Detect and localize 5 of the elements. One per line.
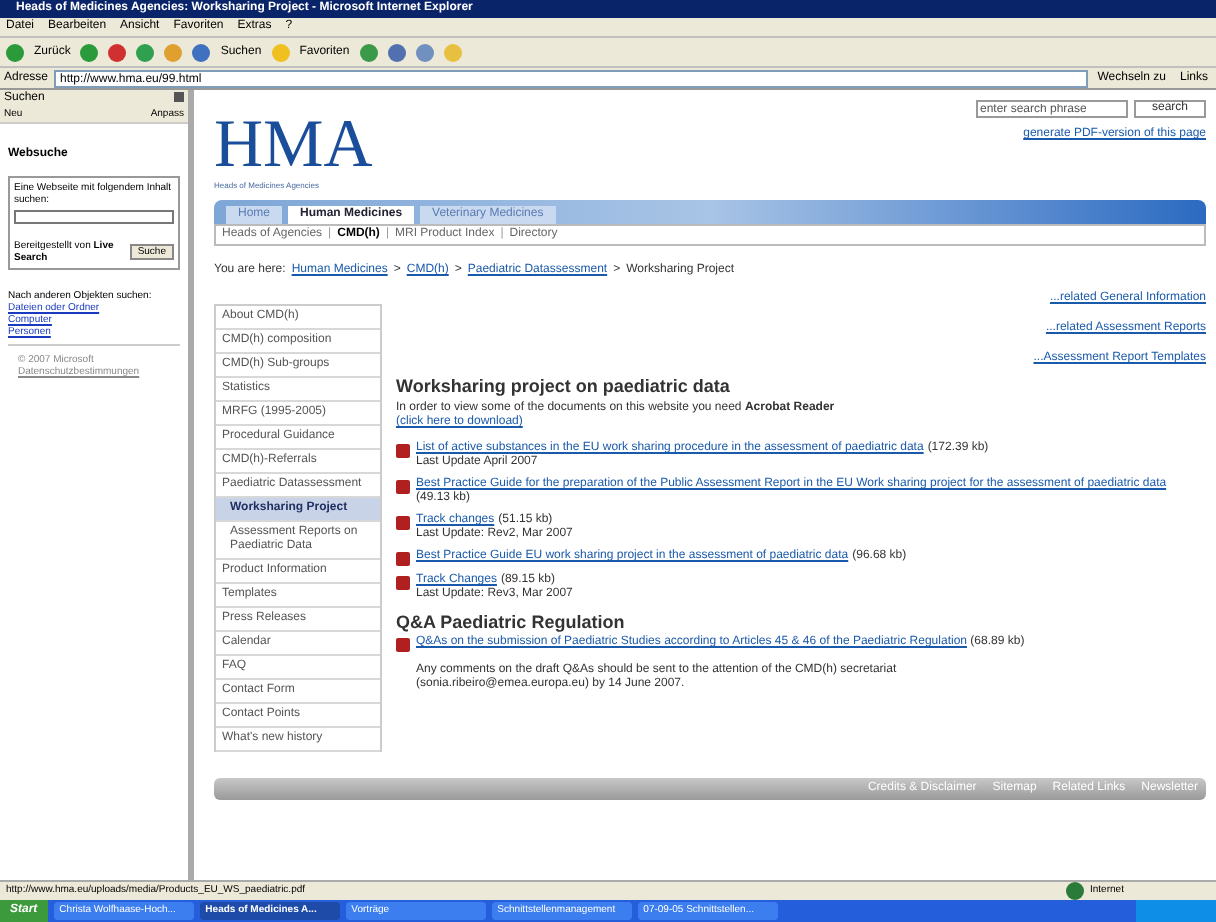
search-field[interactable] <box>14 210 174 224</box>
system-tray <box>1136 900 1216 922</box>
hma-logo[interactable]: HMA <box>214 112 373 180</box>
page-heading: Worksharing project on paediatric data <box>396 376 732 398</box>
section-heading: Q&A Paediatric Regulation <box>396 612 627 634</box>
